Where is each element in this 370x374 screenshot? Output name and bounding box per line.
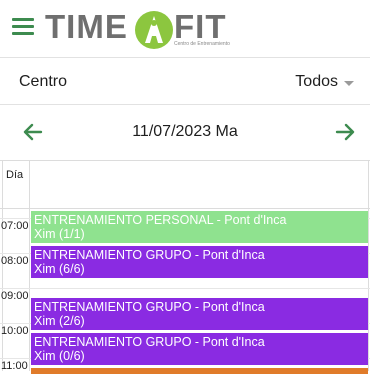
next-day-arrow-icon[interactable] <box>333 120 357 144</box>
event-title: ENTRENAMIENTO GRUPO - Pont d'Inca <box>34 335 265 349</box>
event-block[interactable]: ENTRENAMIENTO GRUPO - Pont d'Inca Xim (6… <box>31 246 368 278</box>
event-block[interactable] <box>31 368 368 374</box>
filter-divider <box>0 104 370 105</box>
event-block[interactable]: ENTRENAMIENTO PERSONAL - Pont d'Inca Xim… <box>31 211 368 243</box>
dropdown-caret-icon <box>344 80 354 86</box>
todos-dropdown[interactable]: Todos <box>295 73 354 91</box>
time-label: 09:00 <box>1 290 29 302</box>
todos-label: Todos <box>295 73 338 90</box>
event-subtitle: Xim (1/1) <box>34 227 85 241</box>
event-title: ENTRENAMIENTO GRUPO - Pont d'Inca <box>34 248 265 262</box>
time-label: 11:00 <box>1 360 28 372</box>
logo-subtitle: Centro de Entrenamiento <box>174 41 230 47</box>
header-row-divider <box>0 208 370 209</box>
day-column-header: Día <box>6 169 24 181</box>
centro-selector[interactable]: Centro <box>19 73 67 91</box>
filter-bar: Centro Todos <box>0 58 370 104</box>
time-gutter-divider <box>29 161 30 371</box>
event-title: ENTRENAMIENTO PERSONAL - Pont d'Inca <box>34 213 287 227</box>
app-header: TIME FIT Centro de Entrenamiento <box>0 0 370 57</box>
event-block[interactable]: ENTRENAMIENTO GRUPO - Pont d'Inca Xim (0… <box>31 333 368 365</box>
time-label: 07:00 <box>1 220 29 232</box>
menu-icon[interactable] <box>12 18 34 35</box>
calendar-border <box>368 161 369 371</box>
hour-line <box>0 288 370 289</box>
time-label: 10:00 <box>1 325 29 337</box>
time-label: 08:00 <box>1 255 29 267</box>
event-subtitle: Xim (6/6) <box>34 262 85 276</box>
event-subtitle: Xim (2/6) <box>34 314 85 328</box>
event-subtitle: Xim (0/6) <box>34 349 85 363</box>
logo-text-left: TIME <box>45 8 128 45</box>
event-title: ENTRENAMIENTO GRUPO - Pont d'Inca <box>34 300 265 314</box>
event-block[interactable]: ENTRENAMIENTO GRUPO - Pont d'Inca Xim (2… <box>31 298 368 330</box>
day-calendar: Día 07:00 08:00 09:00 10:00 11:00 ENTREN… <box>0 160 370 374</box>
date-navigation: 11/07/2023 Ma <box>0 110 370 154</box>
logo-badge-icon <box>135 11 173 49</box>
timefit-logo: TIME FIT Centro de Entrenamiento <box>45 6 235 49</box>
current-date[interactable]: 11/07/2023 Ma <box>0 123 370 141</box>
